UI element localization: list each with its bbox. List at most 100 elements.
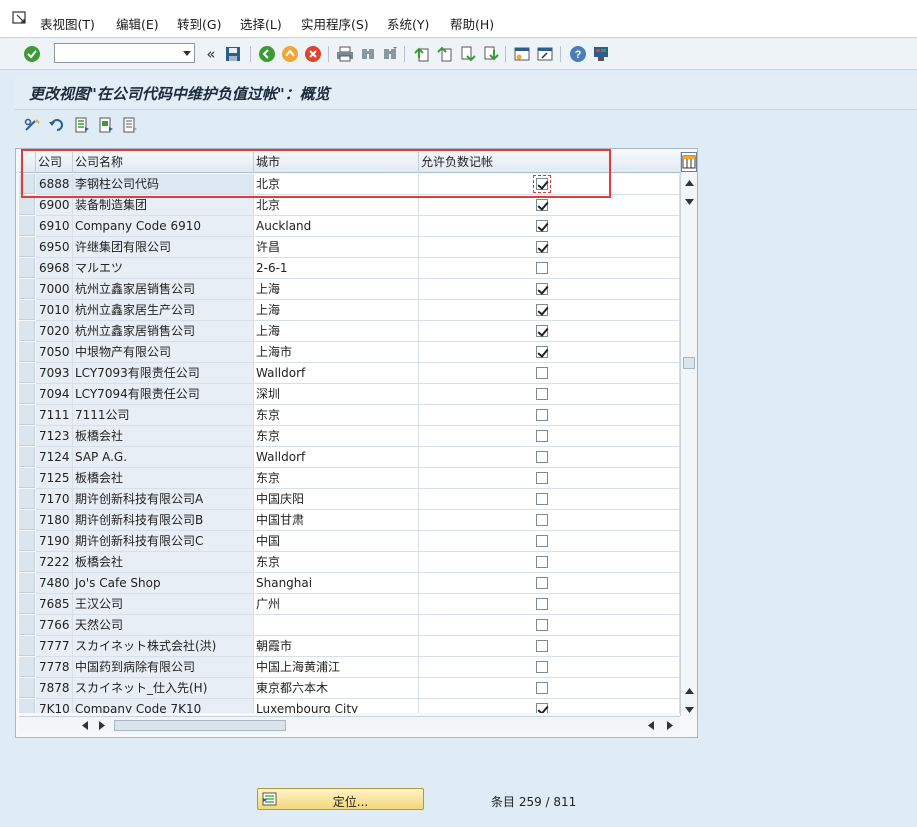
- scroll-down-arrow-icon[interactable]: [685, 199, 694, 205]
- column-header-company[interactable]: 公司: [36, 152, 73, 173]
- allow-negative-posting-checkbox[interactable]: [536, 388, 548, 400]
- company-code-cell[interactable]: 7111: [36, 405, 73, 426]
- row-selector[interactable]: [19, 405, 35, 425]
- find-icon[interactable]: [358, 44, 378, 64]
- company-code-cell[interactable]: 7124: [36, 447, 73, 468]
- allow-negative-posting-checkbox[interactable]: [536, 472, 548, 484]
- deselect-all-icon[interactable]: [120, 115, 140, 135]
- allow-negative-posting-checkbox[interactable]: [536, 346, 548, 358]
- row-selector[interactable]: [19, 510, 35, 530]
- allow-negative-posting-checkbox[interactable]: [536, 703, 548, 713]
- find-next-icon[interactable]: [380, 44, 400, 64]
- select-block-icon[interactable]: [96, 115, 116, 135]
- allow-negative-posting-checkbox[interactable]: [536, 220, 548, 232]
- table-row[interactable]: 6910 Company Code 6910 Auckland: [19, 216, 680, 237]
- position-button[interactable]: 定位...: [257, 788, 424, 810]
- allow-negative-posting-checkbox[interactable]: [536, 577, 548, 589]
- row-selector[interactable]: [19, 636, 35, 656]
- menu-help[interactable]: 帮助(H): [450, 14, 494, 33]
- row-selector[interactable]: [19, 384, 35, 404]
- row-selector[interactable]: [19, 552, 35, 572]
- select-all-icon[interactable]: [72, 115, 92, 135]
- company-name-cell[interactable]: 天然公司: [73, 615, 254, 636]
- company-code-cell[interactable]: 7020: [36, 321, 73, 342]
- allow-negative-posting-checkbox[interactable]: [536, 661, 548, 673]
- company-code-cell[interactable]: 7222: [36, 552, 73, 573]
- row-selector[interactable]: [19, 342, 35, 362]
- company-code-cell[interactable]: 7766: [36, 615, 73, 636]
- row-selector[interactable]: [19, 615, 35, 635]
- table-row[interactable]: 7878 スカイネット_仕入先(H) 東京都六本木: [19, 678, 680, 699]
- shortcut-icon[interactable]: [535, 44, 555, 64]
- allow-negative-posting-checkbox[interactable]: [536, 199, 548, 211]
- company-code-cell[interactable]: 6968: [36, 258, 73, 279]
- table-row[interactable]: 7778 中国药到病除有限公司 中国上海黄浦江: [19, 657, 680, 678]
- scroll-up-arrow-icon[interactable]: [685, 180, 694, 186]
- table-row[interactable]: 7480 Jo's Cafe Shop Shanghai: [19, 573, 680, 594]
- company-code-cell[interactable]: 7685: [36, 594, 73, 615]
- allow-negative-posting-checkbox[interactable]: [536, 640, 548, 652]
- city-cell[interactable]: 北京: [254, 195, 419, 216]
- allow-negative-posting-checkbox[interactable]: [536, 241, 548, 253]
- table-row[interactable]: 7685 王汉公司 广州: [19, 594, 680, 615]
- company-name-cell[interactable]: 板橋会社: [73, 552, 254, 573]
- allow-negative-posting-checkbox[interactable]: [536, 409, 548, 421]
- city-cell[interactable]: 2-6-1: [254, 258, 419, 279]
- row-selector[interactable]: [19, 468, 35, 488]
- table-row[interactable]: 7093 LCY7093有限责任公司 Walldorf: [19, 363, 680, 384]
- table-row[interactable]: 6950 许继集团有限公司 许昌: [19, 237, 680, 258]
- column-settings-icon[interactable]: [681, 152, 697, 172]
- city-cell[interactable]: 上海: [254, 279, 419, 300]
- menu-selection[interactable]: 选择(L): [240, 14, 282, 33]
- city-cell[interactable]: 东京: [254, 552, 419, 573]
- allow-negative-posting-checkbox[interactable]: [536, 283, 548, 295]
- company-name-cell[interactable]: Jo's Cafe Shop: [73, 573, 254, 594]
- company-name-cell[interactable]: マルエツ: [73, 258, 254, 279]
- select-all-rows-cell[interactable]: [19, 152, 36, 173]
- company-code-cell[interactable]: 7777: [36, 636, 73, 657]
- row-selector[interactable]: [19, 699, 35, 713]
- company-name-cell[interactable]: 杭州立鑫家居销售公司: [73, 279, 254, 300]
- company-code-cell[interactable]: 7K10: [36, 699, 73, 713]
- company-name-cell[interactable]: 期许创新科技有限公司B: [73, 510, 254, 531]
- table-row[interactable]: 7111 7111公司 东京: [19, 405, 680, 426]
- help-icon[interactable]: ?: [568, 44, 588, 64]
- previous-page-icon[interactable]: [435, 44, 455, 64]
- back-icon[interactable]: [257, 44, 277, 64]
- city-cell[interactable]: 深圳: [254, 384, 419, 405]
- company-code-cell[interactable]: 7010: [36, 300, 73, 321]
- company-name-cell[interactable]: 期许创新科技有限公司C: [73, 531, 254, 552]
- table-row[interactable]: 7K10 Company Code 7K10 Luxembourg City: [19, 699, 680, 713]
- horizontal-scroll-thumb[interactable]: [114, 720, 286, 731]
- first-page-icon[interactable]: [412, 44, 432, 64]
- company-code-cell[interactable]: 7180: [36, 510, 73, 531]
- city-cell[interactable]: 北京: [254, 174, 419, 195]
- city-cell[interactable]: 上海: [254, 321, 419, 342]
- row-selector[interactable]: [19, 657, 35, 677]
- city-cell[interactable]: Shanghai: [254, 573, 419, 594]
- company-code-cell[interactable]: 6900: [36, 195, 73, 216]
- table-row[interactable]: 7010 杭州立鑫家居生产公司 上海: [19, 300, 680, 321]
- company-code-cell[interactable]: 6888: [36, 174, 73, 195]
- city-cell[interactable]: [254, 615, 419, 636]
- row-selector[interactable]: [19, 573, 35, 593]
- next-page-icon[interactable]: [458, 44, 478, 64]
- menu-table-view[interactable]: 表视图(T): [40, 14, 95, 33]
- row-selector[interactable]: [19, 447, 35, 467]
- scroll-right-arrow-right-icon[interactable]: [667, 721, 673, 730]
- company-code-cell[interactable]: 7094: [36, 384, 73, 405]
- last-page-icon[interactable]: [481, 44, 501, 64]
- allow-negative-posting-checkbox[interactable]: [536, 535, 548, 547]
- print-icon[interactable]: [335, 44, 355, 64]
- horizontal-scrollbar[interactable]: [19, 716, 680, 733]
- city-cell[interactable]: 中国上海黄浦江: [254, 657, 419, 678]
- row-selector[interactable]: [19, 531, 35, 551]
- display-change-icon[interactable]: [23, 115, 43, 135]
- table-row[interactable]: 7180 期许创新科技有限公司B 中国甘肃: [19, 510, 680, 531]
- city-cell[interactable]: Auckland: [254, 216, 419, 237]
- menu-goto[interactable]: 转到(G): [177, 14, 221, 33]
- allow-negative-posting-checkbox[interactable]: [536, 367, 548, 379]
- city-cell[interactable]: 朝霞市: [254, 636, 419, 657]
- chevron-down-icon[interactable]: [183, 51, 191, 56]
- allow-negative-posting-checkbox[interactable]: [536, 556, 548, 568]
